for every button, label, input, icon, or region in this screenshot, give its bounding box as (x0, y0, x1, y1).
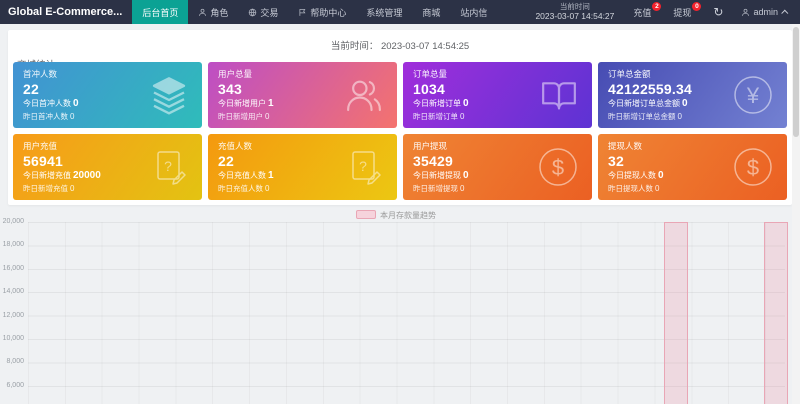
refresh-icon[interactable]: ↻ (704, 5, 732, 19)
stats-panel: 当前时间： 2023-03-07 14:54:25 商城统计 首冲人数 22 今… (8, 30, 792, 205)
y-axis-tick-label: 12,000 (2, 311, 24, 319)
layers-icon (149, 75, 189, 115)
panel-time-label: 当前时间： (330, 41, 379, 52)
monthly-deposit-trend-chart: 本月存款量趋势 20,000 18,000 16,000 14,000 12,000 10… (0, 206, 792, 404)
brand-title: Global E-Commerce... (8, 6, 123, 18)
withdraw-badge: 0 (692, 2, 702, 11)
scrollbar-thumb[interactable] (793, 27, 799, 137)
stat-card-user-recharge: 用户充值 56941 今日新增充值 20000 昨日新增充值 0 ? (13, 134, 202, 200)
legend-label: 本月存款量趋势 (380, 211, 436, 220)
nav-item-transactions[interactable]: 交易 (238, 0, 288, 24)
svg-text:¥: ¥ (746, 83, 760, 108)
stat-card-total-orders: 订单总量 1034 今日新增订单 0 昨日新增订单 0 (403, 62, 592, 128)
legend-swatch (356, 210, 376, 219)
y-axis-tick-label: 16,000 (2, 264, 24, 272)
y-axis-tick-label: 20,000 (2, 218, 24, 225)
nav-item-dashboard[interactable]: 后台首页 (132, 0, 189, 24)
recharge-label: 充值 (633, 7, 652, 18)
nav-item-site-messages[interactable]: 站内信 (450, 0, 497, 24)
y-axis-tick-label: 10,000 (2, 335, 24, 342)
nav-item-label: 交易 (260, 7, 279, 18)
stat-card-total-users: 用户总量 343 今日新增用户 1 昨日新增用户 0 (208, 62, 397, 128)
nav-item-system-management[interactable]: 系统管理 (356, 0, 412, 24)
y-axis-tick-label: 14,000 (2, 288, 24, 296)
open-book-icon (539, 75, 579, 115)
transactions-icon (248, 8, 257, 17)
yen-circle-icon: ¥ (732, 74, 774, 116)
nav-item-roles[interactable]: 角色 (188, 0, 238, 24)
svg-text:$: $ (747, 155, 759, 180)
withdraw-link[interactable]: 提现 0 (664, 0, 704, 24)
panel-current-time: 当前时间： 2023-03-07 14:54:25 (8, 30, 792, 52)
clock-label: 当前时间 (559, 2, 590, 11)
panel-time-value: 2023-03-07 14:54:25 (380, 41, 470, 52)
recharge-link[interactable]: 充值 2 (624, 0, 664, 24)
help-flag-icon (298, 8, 307, 17)
chevron-up-icon (781, 9, 789, 17)
nav-item-help-center[interactable]: 帮助中心 (288, 0, 356, 24)
stat-card-user-withdraw: 用户提现 35429 今日新增提现 0 昨日新增提现 0 $ (403, 134, 592, 200)
dollar-circle-icon: $ (537, 146, 579, 188)
svg-text:?: ? (164, 158, 172, 174)
nav-item-label: 系统管理 (366, 7, 403, 18)
header-clock: 当前时间 2023-03-07 14:54:27 (525, 2, 624, 22)
stat-card-withdraw-users: 提现人数 32 今日提现人数 0 昨日提现人数 0 $ (598, 134, 787, 200)
vertical-scrollbar[interactable] (792, 24, 800, 404)
nav-item-mall[interactable]: 商城 (412, 0, 450, 24)
nav-item-label: 站内信 (460, 7, 488, 18)
header-right: 当前时间 2023-03-07 14:54:27 充值 2 提现 0 ↻ adm… (525, 0, 800, 24)
doc-question-icon: ? (344, 147, 384, 187)
user-avatar-icon (741, 8, 750, 17)
user-menu[interactable]: admin (732, 7, 800, 17)
y-axis-tick-label: 18,000 (2, 241, 24, 249)
withdraw-label: 提现 (673, 7, 692, 18)
svg-text:?: ? (359, 158, 367, 174)
stat-card-total-order-amount: 订单总金额 42122559.34 今日新增订单总金额 0 昨日新增订单总金额 0 … (598, 62, 787, 128)
plot-area (28, 222, 788, 404)
y-axis-tick-label: 8,000 (6, 358, 24, 366)
nav-item-label: 商城 (422, 7, 441, 18)
recharge-badge: 2 (652, 2, 662, 11)
top-navbar: Global E-Commerce... 后台首页 角色 交易 帮助中心 系统管… (0, 0, 800, 24)
doc-question-icon: ? (149, 147, 189, 187)
dollar-circle-icon: $ (732, 146, 774, 188)
chart-legend[interactable]: 本月存款量趋势 (0, 210, 792, 221)
user-icon (198, 8, 207, 17)
users-icon (344, 75, 384, 115)
main-nav: 后台首页 角色 交易 帮助中心 系统管理 商城 站内信 (132, 0, 497, 24)
chart-bar[interactable] (664, 222, 688, 404)
nav-item-label: 角色 (210, 7, 229, 18)
username: admin (753, 7, 778, 17)
y-axis-tick-label: 6,000 (6, 381, 24, 389)
stat-cards-grid: 首冲人数 22 今日首冲人数 0 昨日首冲人数 0 用户总量 343 今日新增用户 1… (13, 62, 787, 200)
stat-card-recharge-users: 充值人数 22 今日充值人数 1 昨日充值人数 0 ? (208, 134, 397, 200)
chart-bar[interactable] (764, 222, 788, 404)
stat-card-first-recharge-users: 首冲人数 22 今日首冲人数 0 昨日首冲人数 0 (13, 62, 202, 128)
nav-item-label: 后台首页 (142, 7, 179, 18)
nav-item-label: 帮助中心 (310, 7, 347, 18)
clock-value: 2023-03-07 14:54:27 (535, 11, 615, 22)
svg-text:$: $ (552, 155, 564, 180)
